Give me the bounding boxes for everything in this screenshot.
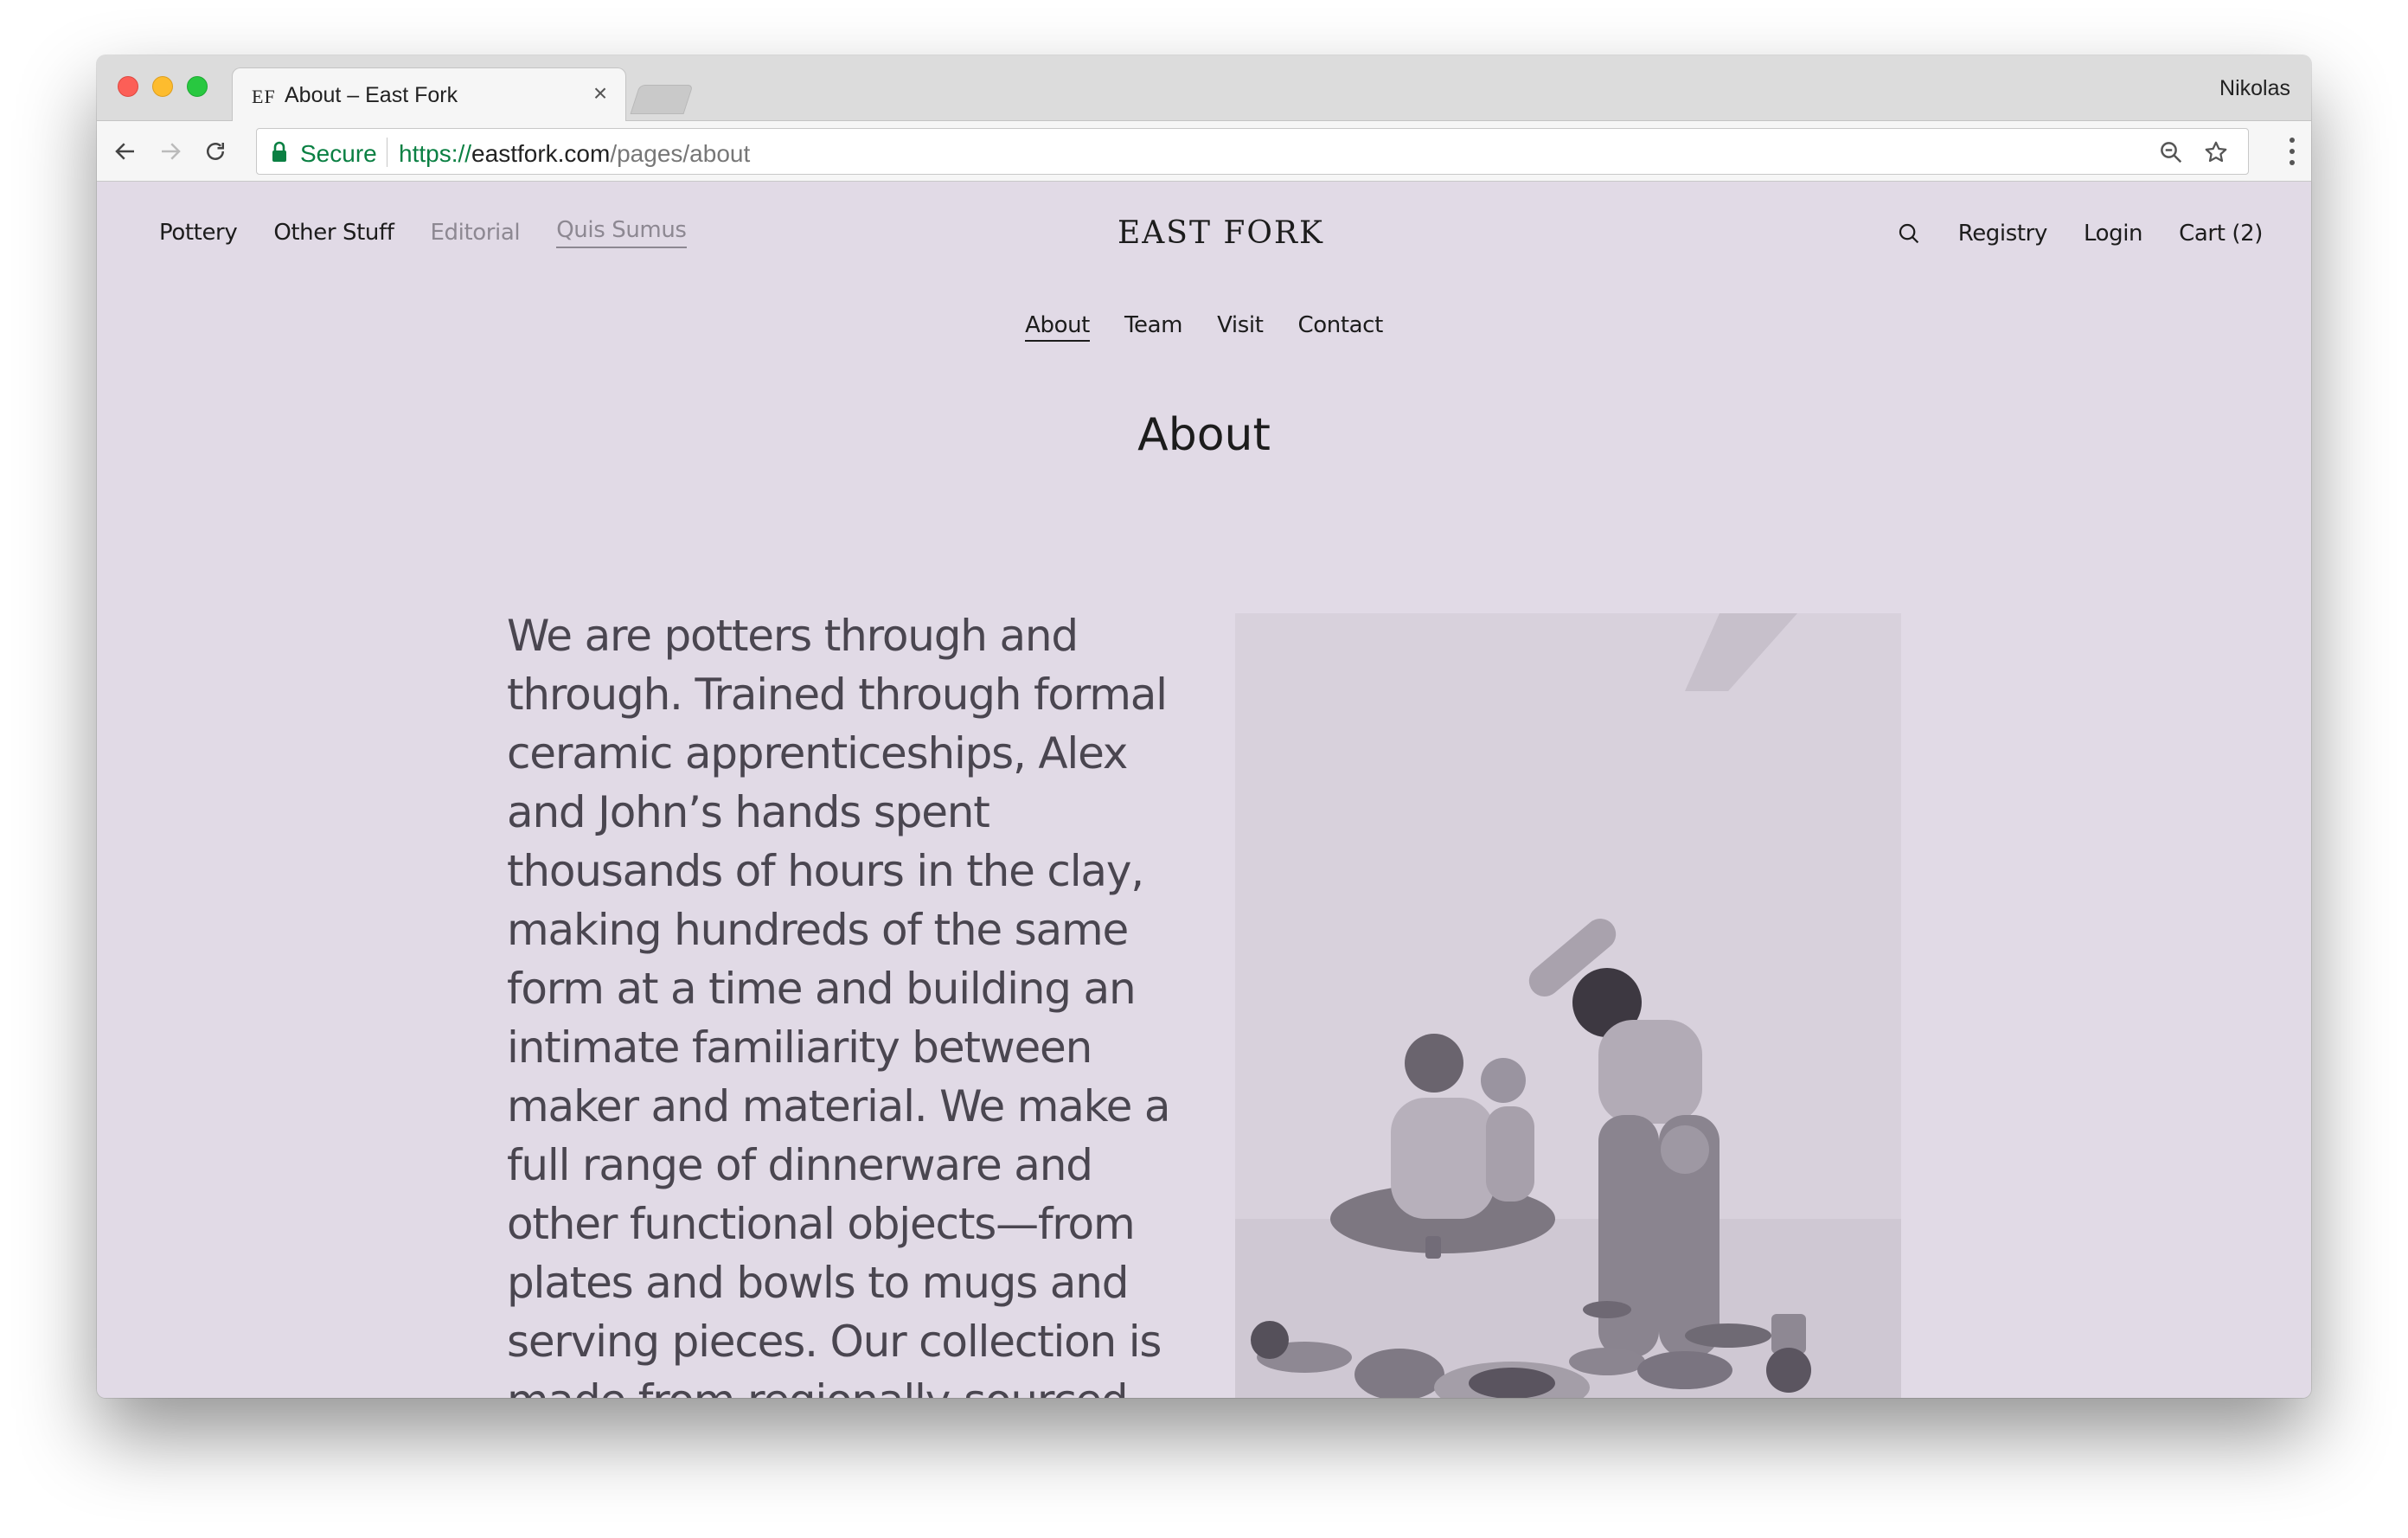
page-title: About [1137,409,1271,461]
sub-nav: About Team Visit Contact [97,312,2311,342]
favicon-icon: EF [252,86,276,107]
main-nav-right: Registry Login Cart (2) [1896,221,2263,247]
maximize-window-button[interactable] [187,76,208,97]
url-text[interactable]: https://eastfork.com/pages/about [399,140,750,168]
site-logo[interactable]: EAST FORK [1118,215,1322,251]
close-window-button[interactable] [118,76,138,97]
browser-tab-active[interactable]: EF About – East Fork × [232,67,626,123]
kebab-menu-icon[interactable] [2289,137,2296,166]
family-photo-illustration [1235,613,1901,1398]
reload-icon [207,143,224,160]
arrow-right-icon [162,143,181,160]
nav-link-other-stuff[interactable]: Other Stuff [273,220,394,246]
nav-link-quis-sumus[interactable]: Quis Sumus [556,217,687,248]
forward-button[interactable] [150,131,190,171]
reload-button[interactable] [195,131,235,171]
sub-nav-contact[interactable]: Contact [1298,312,1384,342]
nav-link-editorial[interactable]: Editorial [431,220,521,246]
star-icon[interactable] [2203,139,2229,165]
browser-window: EF About – East Fork × Nikolas Secure ht… [97,55,2311,1398]
nav-link-registry[interactable]: Registry [1958,221,2048,247]
about-intro-text: We are potters through and through. Trai… [507,611,1171,1398]
address-bar[interactable]: Secure https://eastfork.com/pages/about [256,128,2249,175]
url-host: eastfork.com [471,140,611,167]
minimize-window-button[interactable] [152,76,173,97]
browser-toolbar: Secure https://eastfork.com/pages/about [97,121,2311,182]
nav-link-login[interactable]: Login [2084,221,2143,247]
search-icon[interactable] [1896,221,1922,247]
tab-title: About – East Fork [285,83,458,107]
zoom-icon[interactable] [2158,139,2184,165]
url-path: /pages/about [610,140,751,167]
sub-nav-team[interactable]: Team [1124,312,1183,342]
screenshot-stage: EF About – East Fork × Nikolas Secure ht… [0,0,2408,1538]
sub-nav-about[interactable]: About [1025,312,1090,342]
sub-nav-visit[interactable]: Visit [1217,312,1264,342]
tab-strip: EF About – East Fork × Nikolas [97,55,2311,123]
main-nav-left: Pottery Other Stuff Editorial Quis Sumus [159,217,687,248]
back-button[interactable] [106,131,145,171]
new-tab-button[interactable] [630,85,694,114]
secure-label: Secure [300,140,377,167]
arrow-left-icon [115,143,134,160]
profile-name[interactable]: Nikolas [2219,76,2290,101]
url-scheme: https:// [399,140,472,167]
family-photo [1235,613,1901,1398]
nav-link-pottery[interactable]: Pottery [159,220,238,246]
nav-link-cart[interactable]: Cart (2) [2179,221,2263,247]
lock-icon [272,141,286,162]
tab-close-icon[interactable]: × [587,80,613,106]
web-page: Pottery Other Stuff Editorial Quis Sumus… [97,183,2311,1398]
